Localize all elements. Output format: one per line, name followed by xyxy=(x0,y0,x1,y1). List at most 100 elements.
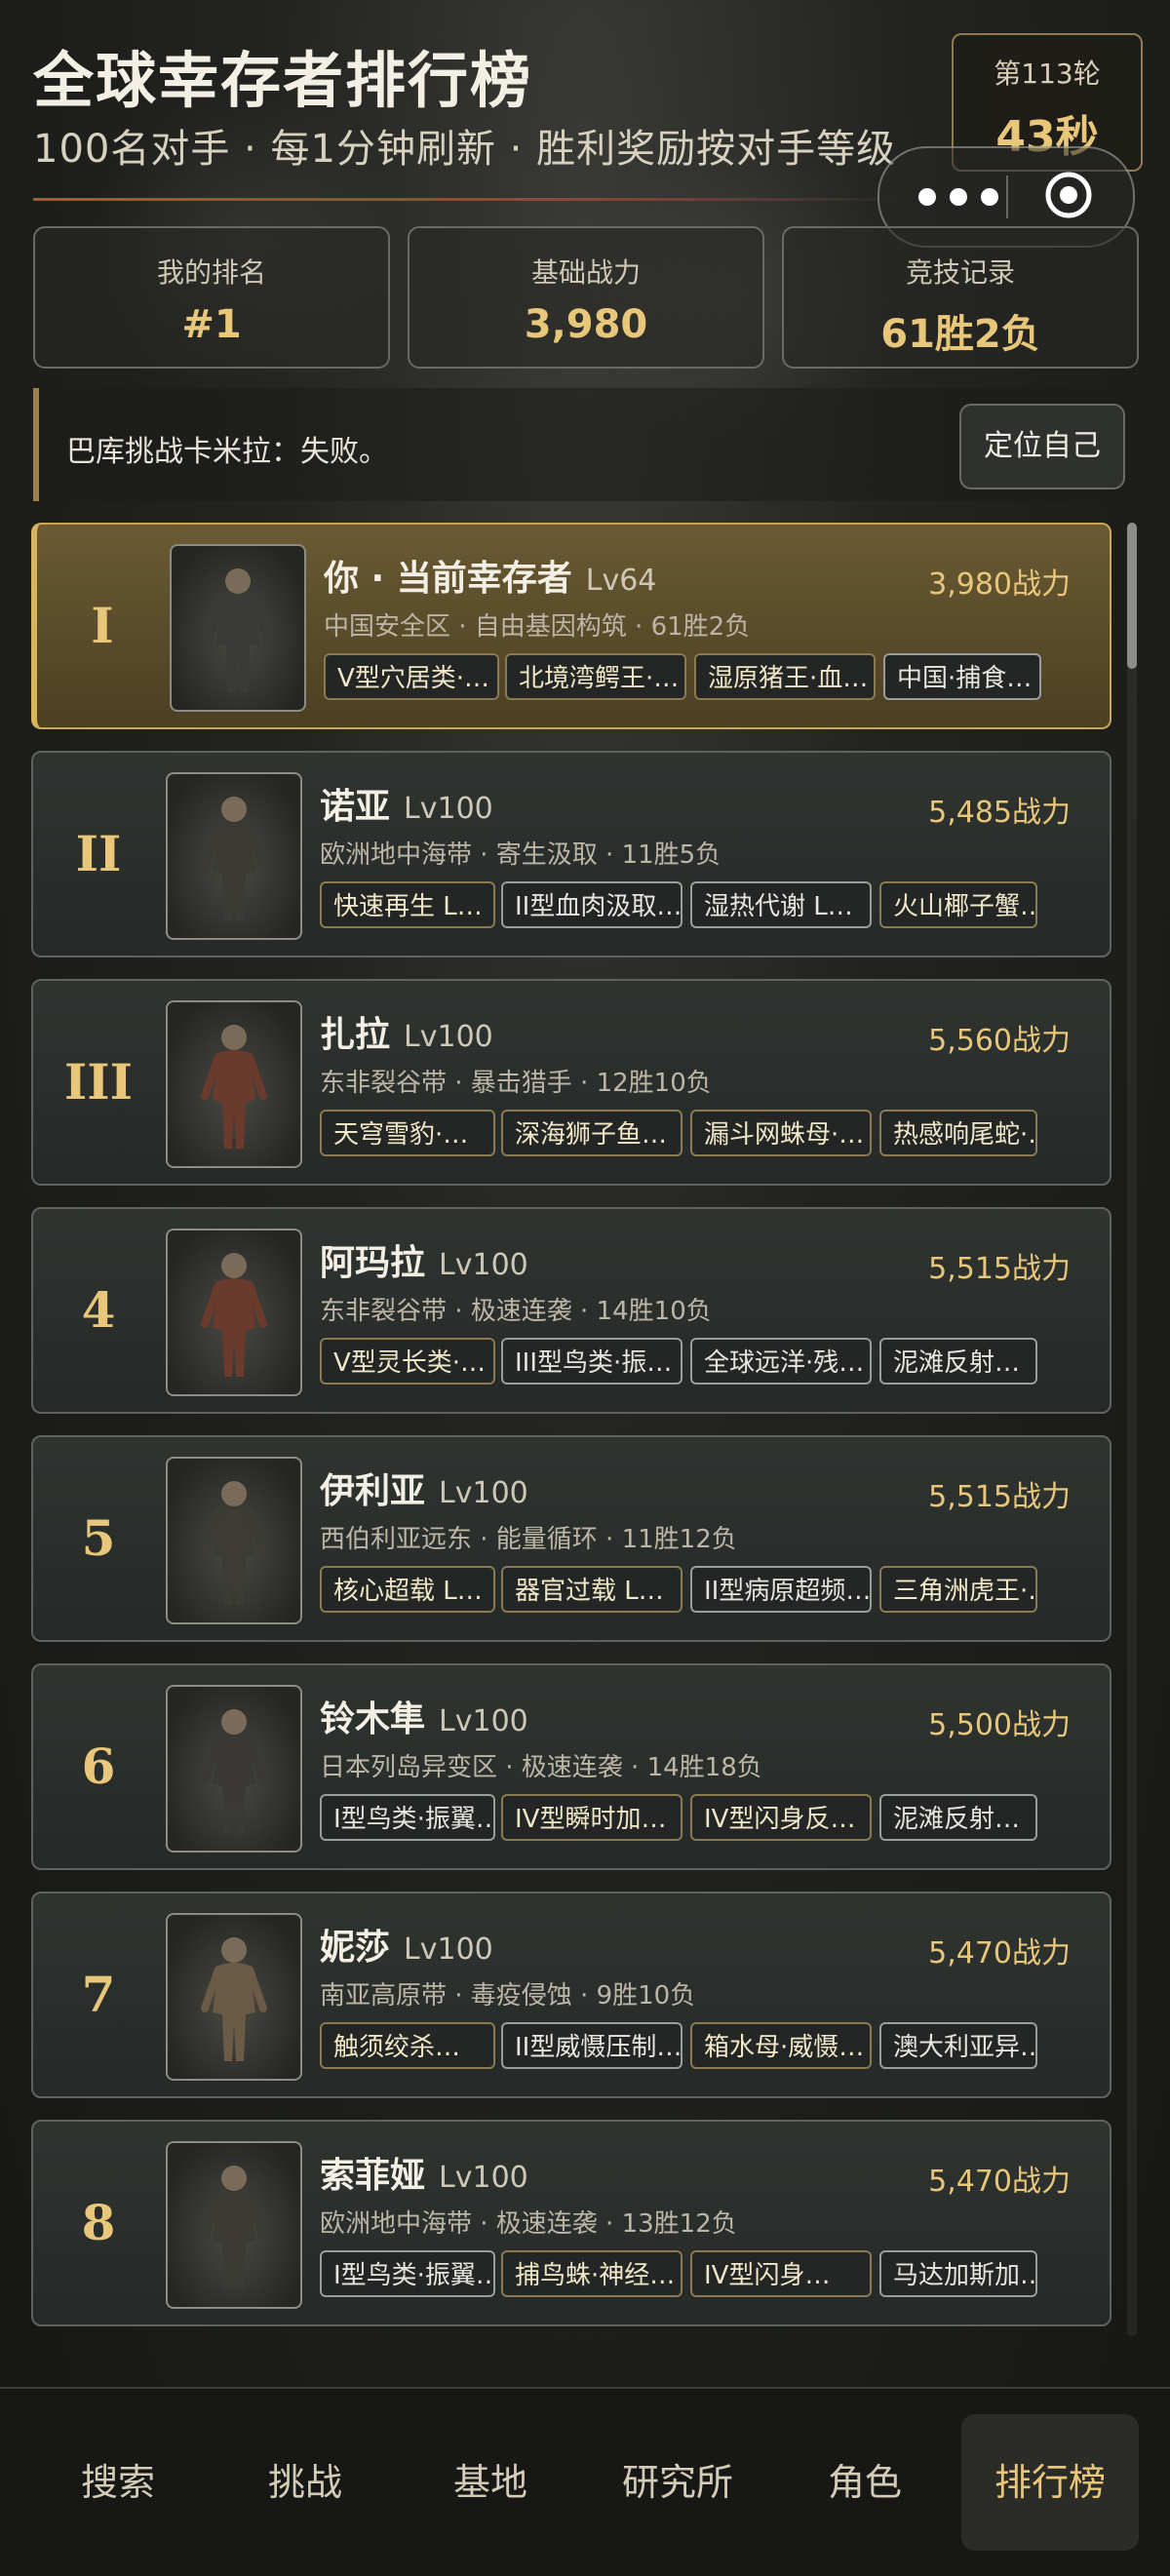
skill-tags: I型鸟类·振翼… 捕鸟蛛·神经… IV型闪身… 马达加斯加… xyxy=(320,2250,1080,2301)
skill-tag[interactable]: 火山椰子蟹… xyxy=(879,881,1037,928)
skill-tag[interactable]: 核心超载 L… xyxy=(320,1566,495,1613)
player-name: 索菲娅 Lv100 xyxy=(320,2147,528,2198)
player-power: 5,515战力 xyxy=(928,1252,1071,1286)
leaderboard-list[interactable]: I 你 · 当前幸存者 Lv64 3,980战力 中国安全区 · 自由基因构筑 ·… xyxy=(31,523,1113,2336)
rank-numeral: 4 xyxy=(81,1281,116,1339)
leaderboard-entry[interactable]: III 扎拉 Lv100 5,560战力 东非裂谷带 · 暴击猎手 · 12胜10… xyxy=(31,979,1112,1186)
player-meta: 日本列岛异变区 · 极速连袭 · 14胜18负 xyxy=(320,1753,762,1782)
rank-numeral: 6 xyxy=(81,1737,116,1795)
skill-tag[interactable]: 触须绞杀… xyxy=(320,2022,495,2069)
player-name-text: 诺亚 xyxy=(320,787,391,827)
player-name-text: 阿玛拉 xyxy=(320,1243,426,1283)
leaderboard-entry[interactable]: I 你 · 当前幸存者 Lv64 3,980战力 中国安全区 · 自由基因构筑 ·… xyxy=(31,523,1112,729)
player-name: 诺亚 Lv100 xyxy=(320,778,493,829)
player-name-text: 伊利亚 xyxy=(320,1471,426,1511)
nav-item[interactable]: 基地 xyxy=(402,2414,579,2551)
leaderboard-entry[interactable]: 5 伊利亚 Lv100 5,515战力 西伯利亚远东 · 能量循环 · 11胜12… xyxy=(31,1435,1112,1642)
character-avatar[interactable] xyxy=(166,1685,302,1853)
character-figure-icon xyxy=(201,1253,267,1377)
character-avatar[interactable] xyxy=(166,2141,302,2309)
skill-tag[interactable]: 捕鸟蛛·神经… xyxy=(501,2250,682,2297)
skill-tag[interactable]: V型穴居类·… xyxy=(324,653,499,700)
skill-tag[interactable]: 泥滩反射… xyxy=(879,1794,1037,1841)
rank-numeral: 5 xyxy=(81,1509,116,1567)
skill-tag[interactable]: 全球远洋·残… xyxy=(690,1338,872,1385)
skill-tag[interactable]: IV型闪身反… xyxy=(690,1794,872,1841)
scrollbar[interactable] xyxy=(1127,523,1137,2336)
skill-tag[interactable]: I型鸟类·振翼… xyxy=(320,2250,495,2297)
player-power: 5,485战力 xyxy=(928,796,1071,830)
skill-tag[interactable]: 湿热代谢 L… xyxy=(690,881,872,928)
skill-tag[interactable]: 马达加斯加… xyxy=(879,2250,1037,2297)
page-subtitle: 100名对手 · 每1分钟刷新 · 胜利奖励按对手等级 xyxy=(33,127,897,172)
player-power: 5,470战力 xyxy=(928,2165,1071,2199)
skill-tag[interactable]: II型威慑压制… xyxy=(501,2022,682,2069)
skill-tag[interactable]: IV型闪身… xyxy=(690,2250,872,2297)
bottom-nav: 搜索 挑战 基地 研究所 角色 排行榜 xyxy=(0,2387,1170,2576)
leaderboard-entry[interactable]: 4 阿玛拉 Lv100 5,515战力 东非裂谷带 · 极速连袭 · 14胜10负… xyxy=(31,1207,1112,1414)
skill-tag[interactable]: 三角洲虎王·… xyxy=(879,1566,1037,1613)
character-avatar[interactable] xyxy=(166,772,302,940)
character-avatar[interactable] xyxy=(170,544,306,712)
leaderboard-entry[interactable]: II 诺亚 Lv100 5,485战力 欧洲地中海带 · 寄生汲取 · 11胜5负… xyxy=(31,751,1112,957)
player-meta: 东非裂谷带 · 极速连袭 · 14胜10负 xyxy=(320,1297,712,1326)
skill-tag[interactable]: 箱水母·威慑… xyxy=(690,2022,872,2069)
skill-tag[interactable]: 中国·捕食… xyxy=(883,653,1041,700)
nav-item[interactable]: 挑战 xyxy=(216,2414,394,2551)
skill-tag[interactable]: 器官过载 L… xyxy=(501,1566,682,1613)
skill-tag[interactable]: V型灵长类·… xyxy=(320,1338,495,1385)
player-level: Lv100 xyxy=(404,1932,493,1967)
skill-tag[interactable]: 深海狮子鱼… xyxy=(501,1110,682,1156)
skill-tags: V型穴居类·… 北境湾鳄王·… 湿原猪王·血… 中国·捕食… xyxy=(324,653,1084,704)
skill-tag[interactable]: 漏斗网蛛母·… xyxy=(690,1110,872,1156)
stat-value: #1 xyxy=(181,302,242,347)
player-level: Lv100 xyxy=(439,1476,528,1510)
nav-item[interactable]: 研究所 xyxy=(589,2414,766,2551)
skill-tag[interactable]: 澳大利亚异… xyxy=(879,2022,1037,2069)
skill-tag[interactable]: 热感响尾蛇·… xyxy=(879,1110,1037,1156)
stat-label: 基础战力 xyxy=(530,256,641,289)
character-figure-icon xyxy=(205,568,271,692)
player-name-text: 铃木隼 xyxy=(320,1699,426,1739)
skill-tag[interactable]: 快速再生 L… xyxy=(320,881,495,928)
skill-tag[interactable]: II型病原超频… xyxy=(690,1566,872,1613)
character-avatar[interactable] xyxy=(166,1229,302,1396)
character-avatar[interactable] xyxy=(166,1457,302,1624)
skill-tag[interactable]: 泥滩反射… xyxy=(879,1338,1037,1385)
skill-tags: 核心超载 L… 器官过载 L… II型病原超频… 三角洲虎王·… xyxy=(320,1566,1080,1617)
locate-self-button[interactable]: 定位自己 xyxy=(959,404,1125,489)
skill-tag[interactable]: IV型瞬时加… xyxy=(501,1794,682,1841)
player-power: 5,470战力 xyxy=(928,1936,1071,1971)
rank-numeral: II xyxy=(75,825,122,882)
nav-item[interactable]: 排行榜 xyxy=(961,2414,1139,2551)
skill-tag[interactable]: I型鸟类·振翼… xyxy=(320,1794,495,1841)
close-target-icon[interactable] xyxy=(1043,170,1094,220)
skill-tags: 天穹雪豹·… 深海狮子鱼… 漏斗网蛛母·… 热感响尾蛇·… xyxy=(320,1110,1080,1160)
player-name: 铃木隼 Lv100 xyxy=(320,1691,528,1741)
rank-numeral: 8 xyxy=(81,2194,116,2251)
skill-tag[interactable]: III型鸟类·振… xyxy=(501,1338,682,1385)
skill-tag[interactable]: II型血肉汲取… xyxy=(501,881,682,928)
nav-item[interactable]: 角色 xyxy=(776,2414,954,2551)
round-label: 第113轮 xyxy=(994,58,1101,90)
character-avatar[interactable] xyxy=(166,1913,302,2081)
character-figure-icon xyxy=(201,1025,267,1149)
skill-tag[interactable]: 天穹雪豹·… xyxy=(320,1110,495,1156)
character-avatar[interactable] xyxy=(166,1000,302,1168)
skill-tag[interactable]: 湿原猪王·血… xyxy=(694,653,876,700)
leaderboard-entry[interactable]: 6 铃木隼 Lv100 5,500战力 日本列岛异变区 · 极速连袭 · 14胜1… xyxy=(31,1663,1112,1870)
leaderboard-entry[interactable]: 7 妮莎 Lv100 5,470战力 南亚高原带 · 毒疫侵蚀 · 9胜10负 触… xyxy=(31,1892,1112,2098)
stat-label: 我的排名 xyxy=(156,256,266,289)
rank-numeral: 7 xyxy=(81,1966,116,2023)
rank-numeral: I xyxy=(91,597,114,654)
character-figure-icon xyxy=(201,797,267,920)
character-figure-icon xyxy=(201,1937,267,2061)
scrollbar-thumb[interactable] xyxy=(1127,523,1137,669)
leaderboard-entry[interactable]: 8 索菲娅 Lv100 5,470战力 欧洲地中海带 · 极速连袭 · 13胜12… xyxy=(31,2120,1112,2326)
skill-tags: 触须绞杀… II型威慑压制… 箱水母·威慑… 澳大利亚异… xyxy=(320,2022,1080,2073)
title-divider xyxy=(33,198,911,201)
skill-tag[interactable]: 北境湾鳄王·… xyxy=(505,653,686,700)
nav-item[interactable]: 搜索 xyxy=(29,2414,207,2551)
more-icon[interactable] xyxy=(918,179,1016,215)
skill-tags: V型灵长类·… III型鸟类·振… 全球远洋·残… 泥滩反射… xyxy=(320,1338,1080,1388)
